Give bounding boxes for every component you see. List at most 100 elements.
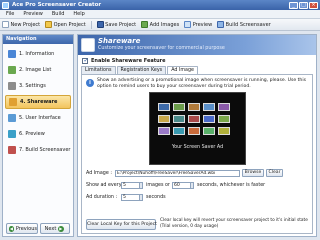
- preview-thumbnail: [203, 115, 215, 123]
- tab-limitations[interactable]: Limitations: [81, 66, 116, 74]
- browse-button[interactable]: Browse: [242, 169, 264, 177]
- preview-thumbnail: [218, 103, 230, 111]
- preview-label: Preview: [192, 21, 213, 28]
- preview-thumbnail: [158, 127, 170, 135]
- save-icon: [96, 21, 104, 28]
- preview-thumbnail: [173, 103, 185, 111]
- nav-item-label: 6. Preview: [19, 131, 45, 137]
- preview-button[interactable]: Preview: [184, 21, 212, 28]
- maximize-button[interactable]: □: [299, 1, 308, 9]
- enable-shareware-row[interactable]: ✓ Enable Shareware Feature: [82, 57, 166, 64]
- build-screensaver-label: Build Screensaver: [225, 21, 271, 28]
- preview-thumbnail: [188, 103, 200, 111]
- menu-preview[interactable]: Preview: [23, 11, 42, 17]
- menu-bar: File Preview Build Help: [0, 10, 320, 19]
- build-icon: [8, 146, 16, 154]
- nav-item-build-screensaver[interactable]: 7. Build Screensaver: [5, 143, 71, 157]
- preview-thumbnail: [188, 115, 200, 123]
- nav-item-preview[interactable]: 6. Preview: [5, 127, 71, 141]
- nav-item-image-list[interactable]: 2. Image List: [5, 63, 71, 77]
- nav-item-label: 4. Shareware: [20, 99, 58, 105]
- menu-help[interactable]: Help: [73, 11, 84, 17]
- nav-item-shareware[interactable]: 4. Shareware: [5, 95, 71, 109]
- nav-item-label: 5. User Interface: [19, 115, 61, 121]
- user-interface-icon: [8, 114, 16, 122]
- build-icon: [217, 21, 225, 28]
- main-panel: Shareware Customize your screensaver for…: [77, 34, 317, 237]
- settings-icon: [8, 82, 16, 90]
- save-project-label: Save Project: [105, 21, 137, 28]
- clear-button[interactable]: Clear: [266, 169, 283, 177]
- info-icon: i: [86, 79, 94, 87]
- page-title: Shareware: [98, 37, 141, 45]
- navigation-header: Navigation: [3, 35, 73, 44]
- tab-registration-keys[interactable]: Registration Keys: [116, 66, 167, 74]
- show-ad-every-label: Show ad every: [86, 183, 122, 188]
- page-banner: Shareware Customize your screensaver for…: [78, 35, 316, 55]
- tab-strip: Limitations Registration Keys Ad Image: [81, 66, 199, 75]
- ad-image-path-field[interactable]: E:\Project\Nuhoff\FreeSaver\FreeSaverAd.…: [115, 170, 240, 177]
- title-bar: Ace Pro Screensaver Creator _ □ ×: [0, 0, 320, 10]
- seconds-value: 60: [174, 183, 180, 188]
- new-project-button[interactable]: New Project: [2, 21, 40, 28]
- new-document-icon: [2, 21, 9, 28]
- enable-shareware-label: Enable Shareware Feature: [91, 58, 166, 64]
- preview-thumbnail: [203, 103, 215, 111]
- preview-thumbnail: [188, 127, 200, 135]
- menu-file[interactable]: File: [6, 11, 14, 17]
- folder-icon: [45, 21, 53, 28]
- close-button[interactable]: ×: [309, 1, 318, 9]
- new-project-label: New Project: [10, 21, 41, 28]
- checkmark-icon: ✓: [83, 57, 89, 64]
- ad-image-panel: i Show an advertising or a promotional i…: [81, 74, 313, 234]
- next-label: Next: [44, 225, 57, 232]
- nav-item-label: 7. Build Screensaver: [19, 147, 71, 153]
- open-project-button[interactable]: Open Project: [45, 21, 86, 28]
- shareware-icon: [81, 38, 95, 52]
- info-text: Show an advertising or a promotional ima…: [97, 78, 307, 89]
- next-button[interactable]: Next ▶: [40, 223, 70, 234]
- save-project-button[interactable]: Save Project: [96, 21, 137, 28]
- ad-image-preview: Your Screen Saver Ad: [149, 92, 246, 165]
- minimize-button[interactable]: _: [289, 1, 298, 9]
- preview-thumbnail: [158, 103, 170, 111]
- clear-local-key-button[interactable]: Clear Local Key for this Project: [86, 219, 157, 230]
- image-list-icon: [8, 66, 16, 74]
- seconds-label: seconds: [146, 195, 166, 200]
- spinner-arrows-icon[interactable]: [190, 183, 193, 188]
- build-screensaver-button[interactable]: Build Screensaver: [217, 21, 271, 28]
- ad-duration-label: Ad duration :: [86, 195, 118, 200]
- preview-thumbnail: [218, 115, 230, 123]
- add-images-button[interactable]: Add Images: [141, 21, 179, 28]
- spinner-arrows-icon[interactable]: [139, 195, 142, 200]
- previous-button[interactable]: ◀ Previous: [6, 223, 38, 234]
- preview-thumbnail: [218, 127, 230, 135]
- preview-icon: [184, 21, 192, 28]
- preview-caption: Your Screen Saver Ad: [171, 145, 224, 150]
- nav-item-user-interface[interactable]: 5. User Interface: [5, 111, 71, 125]
- navigation-pane: Navigation 1. Information 2. Image List …: [2, 34, 74, 237]
- preview-thumbnail: [173, 127, 185, 135]
- preview-thumbnail: [173, 115, 185, 123]
- nav-item-settings[interactable]: 3. Settings: [5, 79, 71, 93]
- page-subtitle: Customize your screensaver for commercia…: [98, 46, 225, 51]
- add-images-icon: [141, 21, 149, 28]
- preview-thumbnail: [158, 115, 170, 123]
- nav-item-information[interactable]: 1. Information: [5, 47, 71, 61]
- arrow-right-icon: ▶: [57, 225, 64, 232]
- ad-duration-spinner[interactable]: 5: [121, 194, 143, 201]
- show-ad-every-seconds-spinner[interactable]: 60: [172, 182, 194, 189]
- clear-local-key-note: Clear local key will revert your screens…: [160, 218, 308, 229]
- add-images-label: Add Images: [149, 21, 180, 28]
- spinner-arrows-icon[interactable]: [139, 183, 142, 188]
- menu-build[interactable]: Build: [52, 11, 65, 17]
- nav-item-label: 2. Image List: [19, 67, 52, 73]
- window-title: Ace Pro Screensaver Creator: [12, 2, 102, 8]
- enable-shareware-checkbox[interactable]: ✓: [82, 57, 89, 64]
- shareware-icon: [9, 98, 17, 106]
- preview-thumbnail: [203, 127, 215, 135]
- show-ad-every-images-spinner[interactable]: 5: [121, 182, 143, 189]
- app-icon: [2, 1, 9, 9]
- seconds-whichever-label: seconds, whichever is faster: [197, 183, 266, 188]
- previous-label: Previous: [15, 225, 37, 232]
